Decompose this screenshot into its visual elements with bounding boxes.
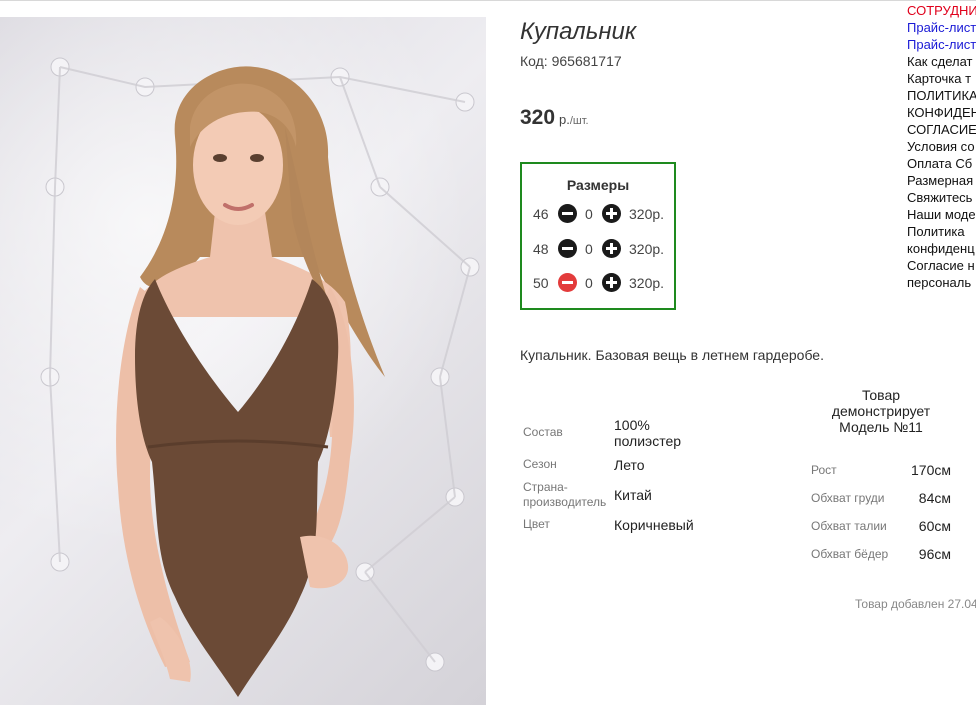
measure-value-chest: 84см bbox=[918, 490, 951, 506]
sidebar-link[interactable]: ПОЛИТИКА bbox=[907, 87, 976, 104]
size-label: 48 bbox=[533, 241, 549, 257]
product-price: 320 bbox=[520, 106, 556, 129]
model-illustration bbox=[40, 57, 480, 697]
sidebar-link[interactable]: Прайс-лист bbox=[907, 19, 976, 36]
sidebar-link[interactable]: Условия со bbox=[907, 138, 976, 155]
product-code: Код: 965681717 bbox=[520, 53, 622, 69]
attr-value-season: Лето bbox=[614, 457, 645, 473]
decrease-quantity-button[interactable] bbox=[558, 273, 577, 292]
attr-label-season: Сезон bbox=[523, 457, 557, 471]
minus-icon bbox=[562, 281, 573, 284]
increase-quantity-button[interactable] bbox=[602, 239, 621, 258]
sidebar-link[interactable]: СОГЛАСИЕ bbox=[907, 121, 976, 138]
model-title-line: демонстрирует bbox=[831, 403, 931, 419]
size-row: 50 0 320р. bbox=[522, 273, 674, 293]
product-description: Купальник. Базовая вещь в летнем гардеро… bbox=[520, 347, 824, 363]
added-date: Товар добавлен 27.04 bbox=[855, 597, 976, 611]
attr-value-country: Китай bbox=[614, 487, 652, 503]
size-label: 46 bbox=[533, 206, 549, 222]
size-row: 46 0 320р. bbox=[522, 204, 674, 224]
sidebar-link[interactable]: Карточка т bbox=[907, 70, 976, 87]
top-divider bbox=[0, 0, 976, 1]
product-page: Купальник Код: 965681717 320 р./шт. Разм… bbox=[0, 0, 976, 705]
sidebar-link[interactable]: персональ bbox=[907, 274, 976, 291]
attr-value-color: Коричневый bbox=[614, 517, 694, 533]
sidebar-link[interactable]: Свяжитесь bbox=[907, 189, 976, 206]
attr-label-line: Страна- bbox=[523, 480, 568, 494]
model-info-title: Товар демонстрирует Модель №11 bbox=[811, 387, 951, 435]
model-title-line: Модель №11 bbox=[839, 419, 923, 435]
sidebar-link[interactable]: КОНФИДЕН bbox=[907, 104, 976, 121]
size-price: 320р. bbox=[629, 241, 665, 257]
sidebar-link[interactable]: Размерная bbox=[907, 172, 976, 189]
attr-label-color: Цвет bbox=[523, 517, 550, 531]
sidebar-link[interactable]: Оплата Сб bbox=[907, 155, 976, 172]
quantity-value: 0 bbox=[585, 275, 593, 291]
measure-label-chest: Обхват груди bbox=[811, 491, 885, 505]
sidebar-link[interactable]: Согласие н bbox=[907, 257, 976, 274]
decrease-quantity-button[interactable] bbox=[558, 239, 577, 258]
price-currency: р. bbox=[559, 112, 570, 127]
measure-label-hips: Обхват бёдер bbox=[811, 547, 889, 561]
decrease-quantity-button[interactable] bbox=[558, 204, 577, 223]
size-row: 48 0 320р. bbox=[522, 239, 674, 259]
attr-label-line: производитель bbox=[523, 495, 607, 509]
attr-label-composition: Состав bbox=[523, 425, 563, 439]
measure-label-waist: Обхват талии bbox=[811, 519, 887, 533]
attr-value-composition: 100% полиэстер bbox=[614, 417, 681, 449]
sizes-panel: Размеры 46 0 320р. 48 0 320р. 50 0 320р. bbox=[520, 162, 676, 310]
quantity-value: 0 bbox=[585, 241, 593, 257]
model-title-line: Товар bbox=[861, 387, 901, 403]
sidebar-link[interactable]: Прайс-лист bbox=[907, 36, 976, 53]
size-price: 320р. bbox=[629, 206, 665, 222]
size-label: 50 bbox=[533, 275, 549, 291]
minus-icon bbox=[562, 212, 573, 215]
measure-label-height: Рост bbox=[811, 463, 837, 477]
sidebar-link[interactable]: Как сделат bbox=[907, 53, 976, 70]
increase-quantity-button[interactable] bbox=[602, 273, 621, 292]
measure-value-height: 170см bbox=[911, 462, 951, 478]
measure-value-waist: 60см bbox=[918, 518, 951, 534]
sizes-title: Размеры bbox=[566, 177, 630, 193]
sidebar-link[interactable]: конфиденц bbox=[907, 240, 976, 257]
attr-value-line: 100% bbox=[614, 417, 650, 433]
sidebar-link[interactable]: Политика bbox=[907, 223, 976, 240]
minus-icon bbox=[562, 247, 573, 250]
increase-quantity-button[interactable] bbox=[602, 204, 621, 223]
attr-value-line: полиэстер bbox=[614, 433, 682, 449]
price-unit: р./шт. bbox=[559, 112, 589, 127]
sidebar-link[interactable]: СОТРУДНИ bbox=[907, 2, 976, 19]
size-price: 320р. bbox=[629, 275, 665, 291]
quantity-value: 0 bbox=[585, 206, 593, 222]
measure-value-hips: 96см bbox=[918, 546, 951, 562]
product-title: Купальник bbox=[520, 18, 637, 45]
attr-label-country: Страна- производитель bbox=[523, 480, 606, 510]
sidebar-link[interactable]: Наши моде bbox=[907, 206, 976, 223]
sidebar-menu: СОТРУДНИ Прайс-лист Прайс-лист Как сдела… bbox=[907, 2, 976, 291]
product-photo[interactable] bbox=[0, 17, 486, 705]
price-per: /шт. bbox=[569, 115, 589, 127]
